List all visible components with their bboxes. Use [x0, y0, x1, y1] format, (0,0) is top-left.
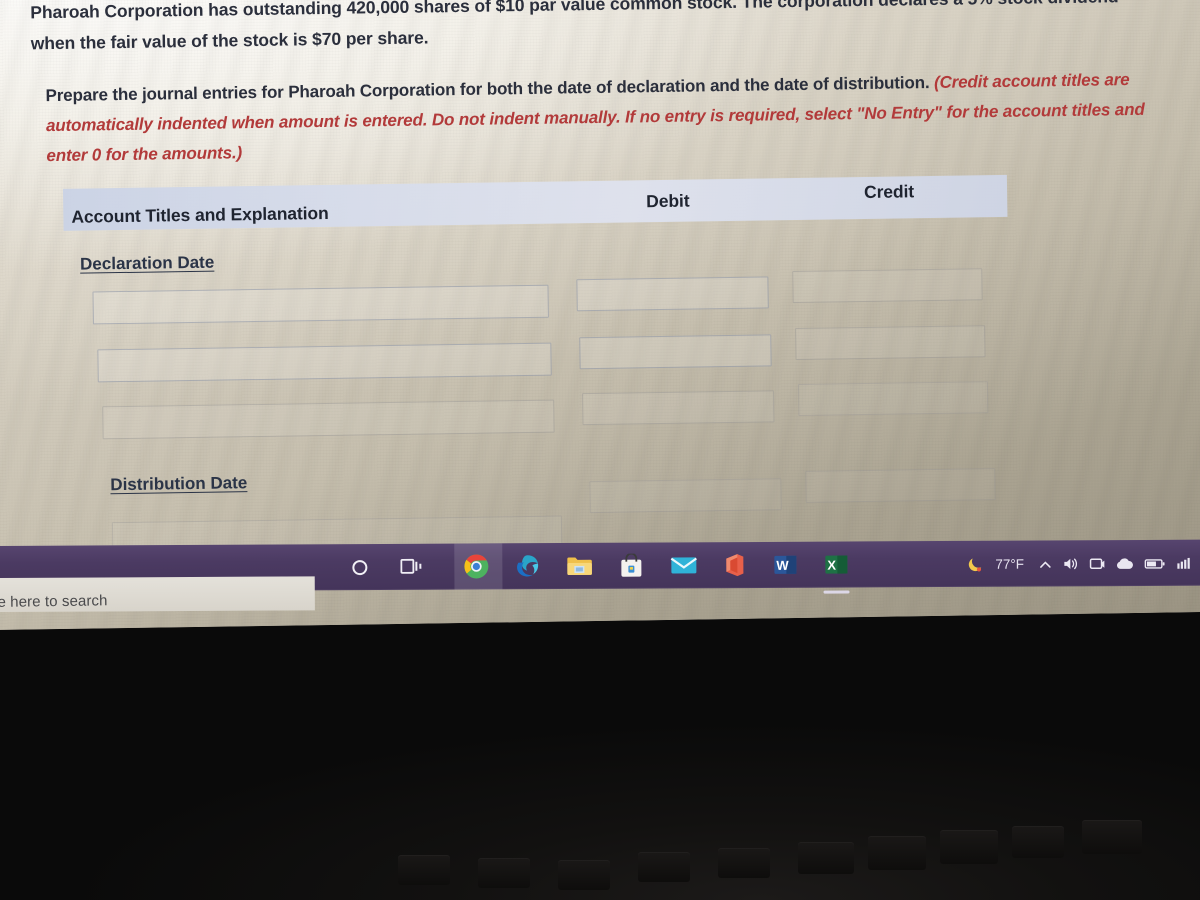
file-explorer-icon[interactable]: [564, 551, 594, 581]
laptop-photo: F7 F8 F9 F10 F11 F12 Insert PrtScr Delet…: [0, 0, 1200, 900]
column-header-account-titles: Account Titles and Explanation: [71, 202, 329, 227]
search-input-placeholder[interactable]: pe here to search: [0, 592, 108, 611]
speaker-icon[interactable]: [1062, 556, 1079, 571]
excel-active-underline: [823, 590, 850, 594]
credit-input-distribution-row-1[interactable]: [805, 468, 996, 503]
laptop-screen: Pharoah Corporation has outstanding 420,…: [0, 0, 1200, 630]
system-tray: 77°F: [966, 554, 1193, 574]
instruction-block: Prepare the journal entries for Pharoah …: [45, 65, 1152, 171]
weather-temperature[interactable]: 77°F: [995, 557, 1024, 572]
edge-icon[interactable]: [512, 551, 542, 581]
section-label-distribution-date[interactable]: Distribution Date: [110, 473, 247, 495]
chevron-up-icon[interactable]: [1038, 557, 1052, 571]
onedrive-cloud-icon[interactable]: [1115, 557, 1134, 570]
debit-input-declaration-row-3[interactable]: [582, 390, 775, 426]
svg-text:X: X: [827, 558, 836, 573]
microsoft-store-icon[interactable]: [616, 551, 646, 581]
mail-icon[interactable]: [668, 550, 698, 580]
credit-input-declaration-row-1[interactable]: [792, 268, 983, 304]
account-input-declaration-row-1[interactable]: [92, 284, 549, 325]
debit-input-declaration-row-2[interactable]: [579, 334, 772, 370]
office-icon[interactable]: [719, 550, 749, 580]
svg-text:W: W: [776, 558, 789, 573]
wifi-icon[interactable]: [1175, 556, 1193, 570]
word-icon[interactable]: W: [770, 550, 800, 580]
cortana-icon[interactable]: [344, 552, 374, 582]
column-header-credit: Credit: [863, 181, 915, 202]
task-view-icon[interactable]: [396, 552, 426, 582]
keyboard-deck: F7 F8 F9 F10 F11 F12 Insert PrtScr Delet…: [0, 600, 1200, 900]
column-header-debit: Debit: [646, 190, 690, 212]
credit-input-declaration-row-3[interactable]: [797, 381, 989, 416]
account-input-declaration-row-2[interactable]: [97, 342, 552, 383]
credit-input-declaration-row-2[interactable]: [795, 325, 986, 361]
display-icon[interactable]: [1089, 557, 1105, 571]
section-label-declaration-date[interactable]: Declaration Date: [80, 253, 214, 275]
debit-input-declaration-row-1[interactable]: [576, 276, 769, 312]
battery-icon[interactable]: [1144, 557, 1165, 569]
excel-icon[interactable]: X: [821, 550, 851, 594]
debit-input-distribution-row-1[interactable]: [589, 478, 782, 514]
moon-icon: [966, 555, 985, 574]
account-input-declaration-row-3[interactable]: [102, 399, 555, 440]
chrome-icon[interactable]: [461, 551, 491, 581]
